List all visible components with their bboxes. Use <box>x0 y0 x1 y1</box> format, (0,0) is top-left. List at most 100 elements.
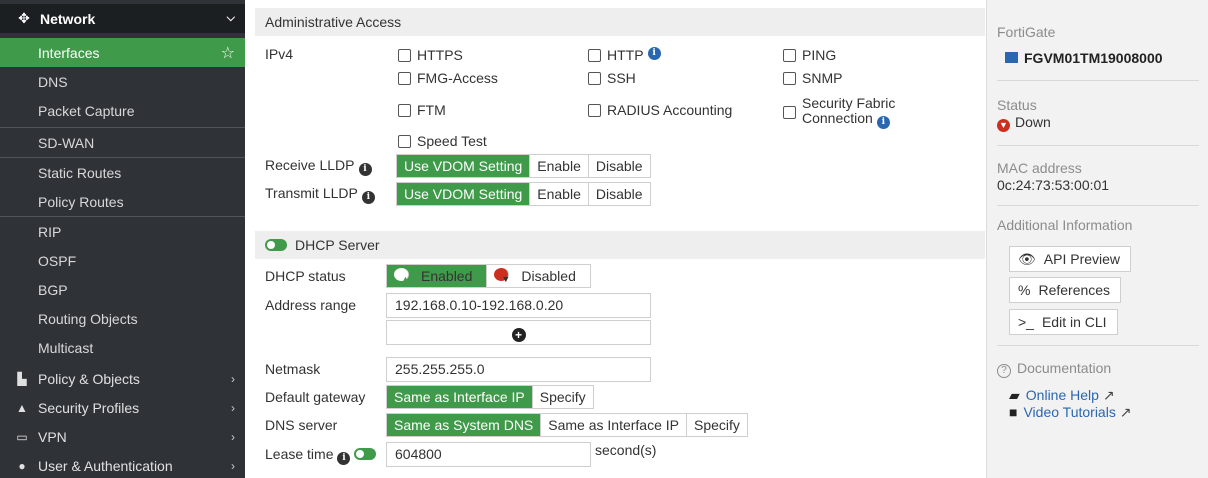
sidebar-item-label: DNS <box>38 73 68 90</box>
dns-option-interface-ip[interactable]: Same as Interface IP <box>541 414 687 436</box>
status-text: Down <box>1015 114 1051 130</box>
lease-time-input[interactable]: 604800 <box>386 442 591 467</box>
sidebar-item-interfaces[interactable]: Interfaces ☆ <box>0 38 245 67</box>
sidebar-item-packet-capture[interactable]: Packet Capture <box>0 96 245 125</box>
video-tutorials-link[interactable]: ■ Video Tutorials ↗ <box>1009 404 1131 421</box>
transmit-lldp-option-disable[interactable]: Disable <box>589 183 650 205</box>
checkbox-label: SSH <box>607 70 636 86</box>
fortigate-value: FGVM01TM19008000 <box>1024 50 1163 66</box>
references-button[interactable]: % References <box>1009 277 1122 303</box>
add-range-button[interactable]: + <box>386 320 651 345</box>
address-range-input[interactable]: 192.168.0.10-192.168.0.20 <box>386 293 651 318</box>
sidebar-item-static-routes[interactable]: Static Routes <box>0 158 245 187</box>
mac-address-label: MAC address <box>997 160 1082 176</box>
checkbox-box[interactable] <box>783 106 796 119</box>
edit-in-cli-button[interactable]: >_ Edit in CLI <box>1009 309 1118 335</box>
terminal-icon: >_ <box>1018 314 1034 330</box>
sidebar-item-routing-objects[interactable]: Routing Objects <box>0 304 245 333</box>
monitor-icon: ▭ <box>16 429 28 444</box>
sidebar-item-label: Security Profiles <box>38 399 140 416</box>
dns-option-specify[interactable]: Specify <box>687 414 747 436</box>
sidebar-item-ospf[interactable]: OSPF <box>0 246 245 275</box>
sidebar-item-label: Interfaces <box>38 44 100 61</box>
panel-divider <box>997 205 1199 206</box>
video-tutorials-text: Video Tutorials <box>1023 404 1116 420</box>
sidebar-item-rip[interactable]: RIP <box>0 217 245 246</box>
dhcp-server-toggle[interactable] <box>265 239 287 251</box>
dhcp-status-enabled[interactable]: ▲ Enabled <box>387 265 488 287</box>
receive-lldp-option-enable[interactable]: Enable <box>530 155 589 177</box>
dhcp-status-enabled-text: Enabled <box>421 268 473 284</box>
checkbox-https[interactable]: HTTPS <box>398 47 463 63</box>
dns-server-selector[interactable]: Same as System DNS Same as Interface IP … <box>386 413 748 437</box>
checkbox-fmg-access[interactable]: FMG-Access <box>398 70 498 86</box>
checkbox-box[interactable] <box>783 49 796 62</box>
star-icon[interactable]: ☆ <box>221 43 235 63</box>
info-icon[interactable]: i <box>337 452 351 465</box>
dhcp-status-selector[interactable]: ▲ Enabled ▼ Disabled <box>386 264 591 288</box>
dns-option-system-dns[interactable]: Same as System DNS <box>387 414 542 436</box>
sidebar-section-network[interactable]: ✥ Network ⌵ <box>0 4 245 33</box>
arrow-down-circle-icon: ▼ <box>494 268 510 284</box>
gateway-option-specify[interactable]: Specify <box>533 386 593 408</box>
receive-lldp-option-vdom[interactable]: Use VDOM Setting <box>397 155 531 177</box>
dns-server-label: DNS server <box>265 417 338 433</box>
main-content: Administrative Access IPv4 HTTPS HTTP i P… <box>245 0 985 478</box>
checkbox-box[interactable] <box>398 49 411 62</box>
lease-time-toggle[interactable] <box>354 448 377 460</box>
sidebar-item-multicast[interactable]: Multicast <box>0 333 245 362</box>
fortigate-link[interactable]: FGVM01TM19008000 <box>1005 50 1163 66</box>
chevron-right-icon: › <box>231 400 235 415</box>
info-icon[interactable]: i <box>647 47 661 60</box>
receive-lldp-selector[interactable]: Use VDOM Setting Enable Disable <box>396 154 651 178</box>
checkbox-ping[interactable]: PING <box>783 47 836 63</box>
sidebar-item-security-profiles[interactable]: ▲ Security Profiles › <box>0 393 245 422</box>
checkbox-ssh[interactable]: SSH <box>588 70 636 86</box>
question-icon: ? <box>997 364 1011 378</box>
documentation-text: Documentation <box>1017 360 1112 376</box>
checkbox-box[interactable] <box>398 135 411 148</box>
sidebar-item-user-authentication[interactable]: ● User & Authentication › <box>0 451 245 478</box>
sidebar-item-sd-wan[interactable]: SD-WAN <box>0 128 245 157</box>
checkbox-ftm[interactable]: FTM <box>398 102 446 118</box>
transmit-lldp-option-enable[interactable]: Enable <box>530 183 589 205</box>
transmit-lldp-selector[interactable]: Use VDOM Setting Enable Disable <box>396 182 651 206</box>
sidebar-item-label: SD-WAN <box>38 134 95 151</box>
checkbox-box[interactable] <box>398 104 411 117</box>
checkbox-box[interactable] <box>588 72 601 85</box>
eye-icon: 👁 <box>1018 251 1036 267</box>
checkbox-http[interactable]: HTTP i <box>588 47 661 63</box>
sidebar-item-policy-routes[interactable]: Policy Routes <box>0 187 245 216</box>
sidebar-item-vpn[interactable]: ▭ VPN › <box>0 422 245 451</box>
sidebar-item-bgp[interactable]: BGP <box>0 275 245 304</box>
info-icon[interactable]: i <box>876 116 890 129</box>
receive-lldp-option-disable[interactable]: Disable <box>589 155 650 177</box>
checkbox-box[interactable] <box>588 104 601 117</box>
checkbox-speed-test[interactable]: Speed Test <box>398 133 487 149</box>
dhcp-status-disabled[interactable]: ▼ Disabled <box>487 265 589 287</box>
default-gateway-selector[interactable]: Same as Interface IP Specify <box>386 385 594 409</box>
gateway-option-interface-ip[interactable]: Same as Interface IP <box>387 386 533 408</box>
info-icon[interactable]: i <box>358 163 372 176</box>
sidebar-item-dns[interactable]: DNS <box>0 67 245 96</box>
online-help-link[interactable]: ▰ Online Help ↗ <box>1009 387 1115 404</box>
checkbox-security-fabric[interactable]: Security Fabric Connection i <box>783 96 895 129</box>
checkbox-label: Speed Test <box>417 133 487 149</box>
api-preview-button[interactable]: 👁 API Preview <box>1009 246 1132 272</box>
sidebar-item-label: Packet Capture <box>38 102 135 119</box>
device-icon <box>1005 52 1018 63</box>
checkbox-radius-accounting[interactable]: RADIUS Accounting <box>588 102 732 118</box>
netmask-input[interactable]: 255.255.255.0 <box>386 357 651 382</box>
panel-divider <box>997 145 1199 146</box>
sidebar-item-label: Static Routes <box>38 164 122 181</box>
transmit-lldp-option-vdom[interactable]: Use VDOM Setting <box>397 183 531 205</box>
checkbox-box[interactable] <box>588 49 601 62</box>
dhcp-status-disabled-text: Disabled <box>521 268 576 284</box>
info-icon[interactable]: i <box>361 191 375 204</box>
checkbox-box[interactable] <box>398 72 411 85</box>
checkbox-snmp[interactable]: SNMP <box>783 70 842 86</box>
checkbox-box[interactable] <box>783 72 796 85</box>
checkbox-label: FTM <box>417 102 446 118</box>
mac-address-value: 0c:24:73:53:00:01 <box>997 177 1110 193</box>
sidebar-item-policy-objects[interactable]: ▙ Policy & Objects › <box>0 364 245 393</box>
